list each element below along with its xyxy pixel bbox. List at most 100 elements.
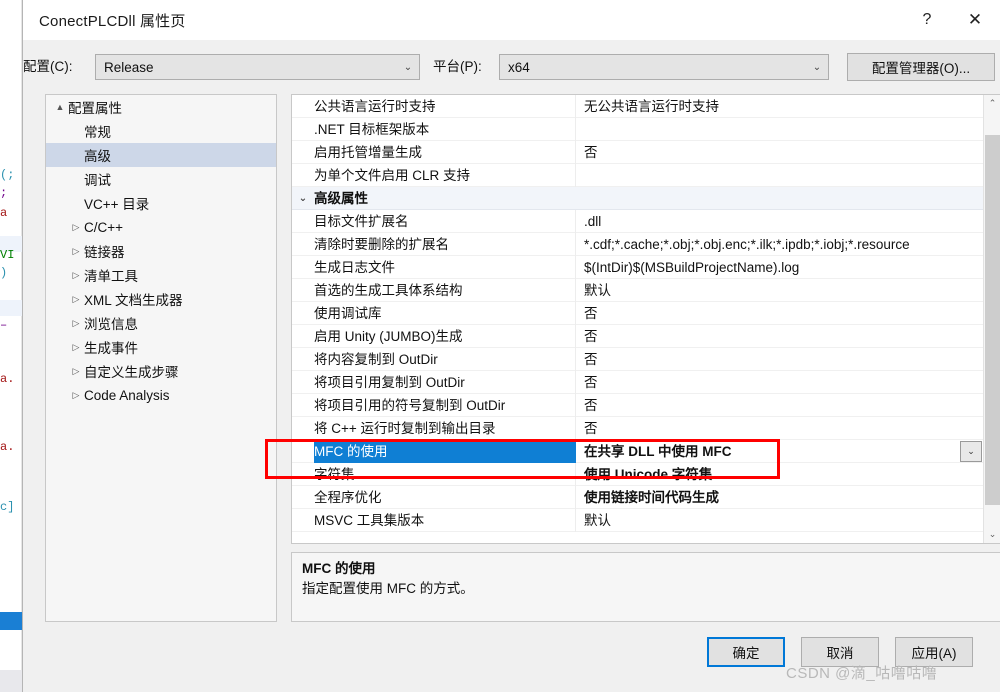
chevron-collapsed-icon[interactable]: ▷ [68, 390, 84, 401]
tree-item-label: VC++ 目录 [84, 197, 150, 212]
property-value[interactable]: 否 [576, 348, 983, 371]
property-value[interactable]: 否 [576, 394, 983, 417]
configuration-select[interactable]: Release ⌄ [95, 54, 420, 80]
property-row[interactable]: 启用 Unity (JUMBO)生成否 [292, 324, 983, 348]
scrollbar-thumb[interactable] [985, 135, 1000, 505]
property-row[interactable]: 清除时要删除的扩展名 *.cdf;*.cache;*.obj;*.obj.enc;… [292, 232, 983, 256]
editor-status-strip [0, 670, 22, 692]
chevron-collapsed-icon[interactable]: ▷ [68, 318, 84, 329]
description-body: 指定配置使用 MFC 的方式。 [302, 581, 474, 596]
property-value[interactable]: *.cdf;*.cache;*.obj;*.obj.enc;*.ilk;*.ip… [576, 233, 983, 256]
property-row[interactable]: 字符集 使用 Unicode 字符集 [292, 462, 983, 486]
property-name: 清除时要删除的扩展名 [314, 232, 576, 256]
code-fragment: VI [0, 248, 15, 262]
tree-item[interactable]: 常规 [46, 119, 276, 143]
property-value[interactable] [576, 187, 983, 210]
config-manager-button[interactable]: 配置管理器(O)... [847, 53, 995, 81]
property-row[interactable]: MFC 的使用 在共享 DLL 中使用 MFC ⌄ [292, 439, 983, 463]
chevron-collapsed-icon[interactable]: ▷ [68, 294, 84, 305]
property-row[interactable]: .NET 目标框架版本 [292, 117, 983, 141]
tree-item[interactable]: ▷ C/C++ [46, 215, 276, 239]
platform-select[interactable]: x64 ⌄ [499, 54, 829, 80]
property-row[interactable]: MSVC 工具集版本 默认 [292, 508, 983, 532]
property-row[interactable]: 使用调试库否 [292, 301, 983, 325]
property-value[interactable]: 默认 [576, 279, 983, 302]
property-row[interactable]: 将内容复制到 OutDir 否 [292, 347, 983, 371]
property-row[interactable]: 将 C++ 运行时复制到输出目录否 [292, 416, 983, 440]
chevron-collapsed-icon[interactable]: ▷ [68, 366, 84, 377]
property-value-dropdown-button[interactable]: ⌄ [960, 441, 982, 462]
scroll-up-arrow-icon[interactable]: ⌃ [984, 95, 1000, 112]
property-value[interactable]: .dll [576, 210, 983, 233]
scroll-down-arrow-icon[interactable]: ⌄ [984, 526, 1000, 543]
property-row[interactable]: 目标文件扩展名 .dll [292, 209, 983, 233]
tree-item[interactable]: VC++ 目录 [46, 191, 276, 215]
chevron-collapsed-icon[interactable]: ▷ [68, 342, 84, 353]
property-name: 目标文件扩展名 [314, 209, 576, 233]
chevron-expanded-icon[interactable]: ▲ [52, 102, 68, 112]
chevron-collapsed-icon[interactable]: ▷ [68, 222, 84, 233]
property-row[interactable]: 为单个文件启用 CLR 支持 [292, 163, 983, 187]
tree-item-label: Code Analysis [84, 387, 170, 403]
property-grid[interactable]: 公共语言运行时支持 无公共语言运行时支持 .NET 目标框架版本 启用托管增量生成否为… [291, 94, 1000, 544]
dialog-title: ConectPLCDll 属性页 [39, 12, 186, 30]
property-row[interactable]: 启用托管增量生成否 [292, 140, 983, 164]
property-value[interactable]: 否 [576, 141, 983, 164]
tree-item[interactable]: ▷ XML 文档生成器 [46, 287, 276, 311]
tree-item[interactable]: ▷ 生成事件 [46, 335, 276, 359]
configuration-value: Release [104, 59, 154, 75]
close-button[interactable]: ✕ [950, 0, 1000, 40]
chevron-collapsed-icon[interactable]: ▷ [68, 246, 84, 257]
property-row[interactable]: 首选的生成工具体系结构 默认 [292, 278, 983, 302]
tree-item-label: 高级 [84, 149, 111, 164]
tree-item-label: 清单工具 [84, 269, 138, 284]
property-row[interactable]: 将项目引用复制到 OutDir 否 [292, 370, 983, 394]
editor-highlight-line [0, 300, 22, 316]
property-row[interactable]: 生成日志文件 $(IntDir)$(MSBuildProjectName).log [292, 255, 983, 279]
tree-item-label: 链接器 [84, 245, 125, 260]
property-name: 启用托管增量生成 [314, 140, 576, 164]
property-value[interactable]: 否 [576, 325, 983, 348]
description-title: MFC 的使用 [302, 561, 376, 576]
tree-item[interactable]: ▲ 配置属性 [46, 95, 276, 119]
tree-item-label: XML 文档生成器 [84, 293, 183, 308]
property-value[interactable]: 否 [576, 417, 983, 440]
property-name: MFC 的使用 [314, 439, 576, 463]
tree-item[interactable]: 高级 [46, 143, 276, 167]
chevron-down-icon: ⌄ [403, 61, 413, 73]
property-value[interactable]: 在共享 DLL 中使用 MFC [576, 440, 983, 463]
property-name: 将项目引用复制到 OutDir [314, 370, 576, 394]
tree-item[interactable]: ▷ Code Analysis [46, 383, 276, 407]
property-value[interactable]: 否 [576, 371, 983, 394]
chevron-collapsed-icon[interactable]: ▷ [68, 270, 84, 281]
property-value[interactable]: 默认 [576, 509, 983, 532]
help-button[interactable]: ? [904, 0, 950, 40]
tree-item[interactable]: ▷ 链接器 [46, 239, 276, 263]
property-value[interactable]: 否 [576, 302, 983, 325]
grid-vertical-scrollbar[interactable]: ⌃ ⌄ [983, 95, 1000, 543]
property-value[interactable] [576, 164, 983, 187]
property-row[interactable]: 将项目引用的符号复制到 OutDir 否 [292, 393, 983, 417]
property-name: 字符集 [314, 462, 576, 486]
ok-button[interactable]: 确定 [707, 637, 785, 667]
code-fragment: ; [0, 186, 8, 200]
titlebar-buttons: ? ✕ [904, 0, 1000, 40]
category-expander-icon[interactable]: ⌄ [292, 193, 314, 204]
tree-item[interactable]: 调试 [46, 167, 276, 191]
property-category-row[interactable]: ⌄ 高级属性 [292, 187, 983, 210]
code-fragment: c] [0, 500, 15, 514]
tree-item[interactable]: ▷ 清单工具 [46, 263, 276, 287]
property-value[interactable] [576, 118, 983, 141]
property-name: 公共语言运行时支持 [314, 95, 576, 118]
tree-item-label: 配置属性 [68, 101, 122, 116]
tree-item[interactable]: ▷ 浏览信息 [46, 311, 276, 335]
tree-item[interactable]: ▷ 自定义生成步骤 [46, 359, 276, 383]
property-value[interactable]: 无公共语言运行时支持 [576, 95, 983, 118]
property-tree[interactable]: ▲ 配置属性 常规 高级 调试 VC++ 目录 ▷ C/C++ ▷ 链接器 ▷ 清单工具 ▷ XML 文档… [45, 94, 277, 622]
tree-item-label: 常规 [84, 125, 111, 140]
property-row[interactable]: 公共语言运行时支持 无公共语言运行时支持 [292, 95, 983, 118]
property-value[interactable]: $(IntDir)$(MSBuildProjectName).log [576, 256, 983, 279]
property-value[interactable]: 使用链接时间代码生成 [576, 486, 983, 509]
property-value[interactable]: 使用 Unicode 字符集 [576, 463, 983, 486]
property-row[interactable]: 全程序优化 使用链接时间代码生成 [292, 485, 983, 509]
